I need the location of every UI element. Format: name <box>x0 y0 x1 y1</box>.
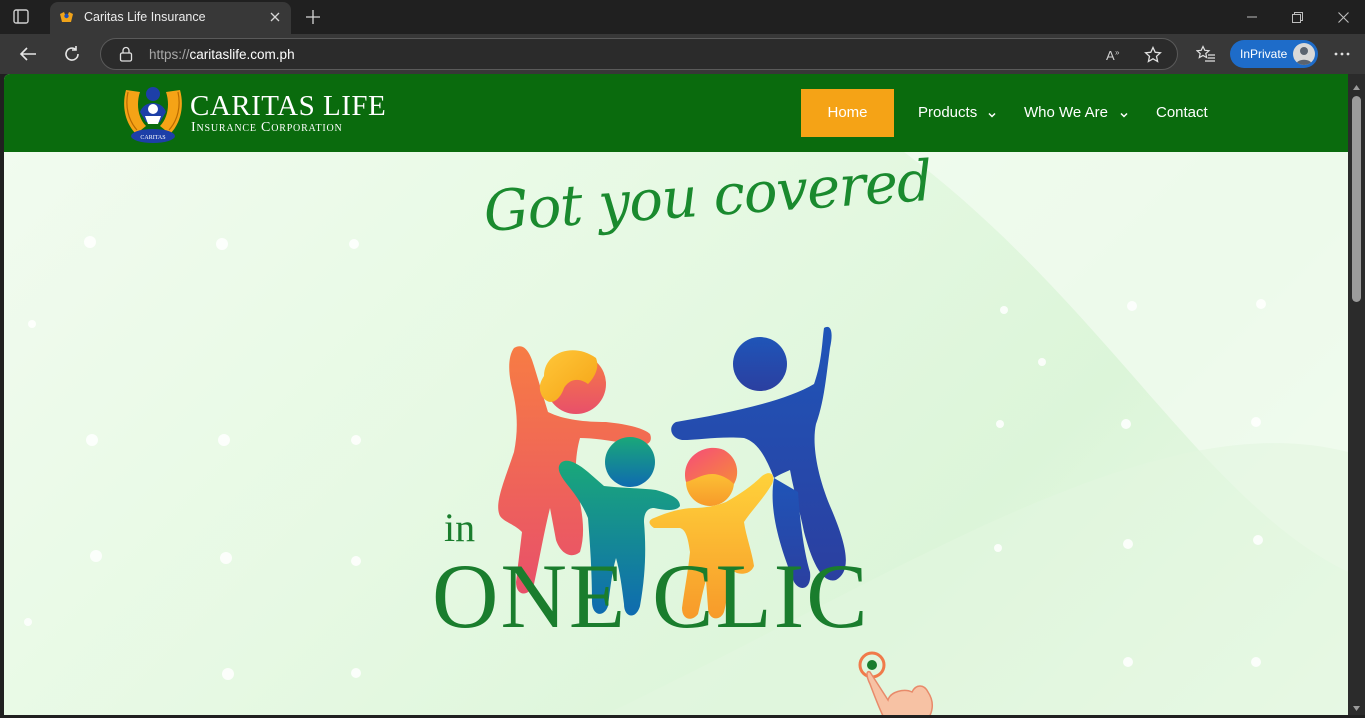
logo-seal-text: CARITAS <box>140 135 165 141</box>
url-text[interactable]: https://caritaslife.com.ph <box>149 47 295 62</box>
read-aloud-icon[interactable]: A» <box>1104 45 1124 65</box>
logo-emblem-icon: CARITAS <box>124 87 182 143</box>
inprivate-badge[interactable]: InPrivate <box>1230 40 1318 68</box>
site-logo[interactable]: CARITAS CARITAS LIFE Insurance Corporati… <box>120 82 386 146</box>
minimize-icon[interactable] <box>1237 6 1267 28</box>
nav-home[interactable]: Home <box>801 89 894 137</box>
tab-title: Caritas Life Insurance <box>84 10 206 24</box>
nav-who-we-are[interactable]: Who We Are <box>1024 104 1108 121</box>
nav-products[interactable]: Products <box>918 104 977 121</box>
browser-titlebar: Caritas Life Insurance <box>0 0 1365 34</box>
url-scheme: https:// <box>149 47 190 62</box>
hero-line-in: in <box>444 505 476 550</box>
hero-banner[interactable]: Got you covered in ONE CLIC <box>4 152 1348 715</box>
site-header: CARITAS CARITAS LIFE Insurance Corporati… <box>4 74 1348 152</box>
logo-subtitle: Insurance Corporation <box>191 120 343 135</box>
restore-icon[interactable] <box>1282 6 1312 28</box>
logo-title: CARITAS LIFE <box>190 90 387 122</box>
scroll-thumb[interactable] <box>1352 96 1361 302</box>
scroll-up-icon[interactable] <box>1352 79 1361 90</box>
back-arrow-icon[interactable] <box>14 40 42 68</box>
scrollbar[interactable] <box>1348 74 1365 715</box>
favorites-icon[interactable] <box>1192 40 1220 68</box>
nav-contact[interactable]: Contact <box>1156 104 1208 121</box>
browser-toolbar: https://caritaslife.com.ph A» InPrivate <box>0 34 1365 74</box>
favorite-star-icon[interactable] <box>1143 45 1163 65</box>
page-viewport: CARITAS CARITAS LIFE Insurance Corporati… <box>4 74 1348 715</box>
plus-icon[interactable] <box>302 6 324 28</box>
close-icon[interactable] <box>267 9 283 25</box>
inprivate-label: InPrivate <box>1240 47 1288 61</box>
tab-actions-icon[interactable] <box>12 8 32 26</box>
lock-icon[interactable] <box>118 46 134 62</box>
chevron-down-icon[interactable] <box>987 107 997 118</box>
scroll-down-icon[interactable] <box>1352 700 1361 711</box>
svg-text:»: » <box>1115 48 1120 57</box>
browser-tab[interactable]: Caritas Life Insurance <box>50 2 291 34</box>
favicon-icon <box>59 10 74 25</box>
address-bar[interactable]: https://caritaslife.com.ph A» <box>100 38 1178 70</box>
refresh-icon[interactable] <box>58 40 86 68</box>
nav-home-label: Home <box>827 104 868 121</box>
svg-text:A: A <box>1106 48 1115 63</box>
hero-line-oneclick: ONE CLIC <box>432 545 870 647</box>
avatar <box>1293 43 1315 65</box>
more-icon[interactable] <box>1328 40 1356 68</box>
window-close-icon[interactable] <box>1328 6 1358 28</box>
url-host: caritaslife.com.ph <box>189 47 295 62</box>
chevron-down-icon[interactable] <box>1119 107 1129 118</box>
